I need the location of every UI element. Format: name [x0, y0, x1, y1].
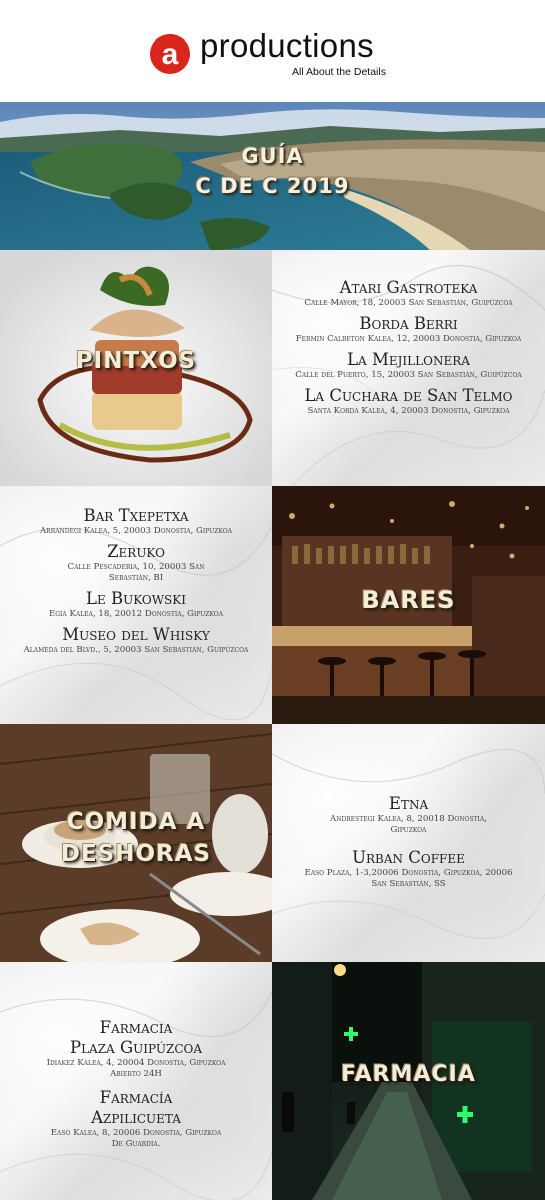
venue-name: La Cuchara de San Telmo: [304, 386, 513, 405]
list-item: La Mejillonera Calle del Puerto, 15, 200…: [272, 350, 545, 381]
brand-tagline: All About the Details: [292, 66, 386, 78]
comida-label: COMIDA A DESHORAS: [0, 806, 272, 870]
list-item: Zeruko Calle Pescaderia, 10, 20003 San S…: [0, 542, 272, 584]
venue-address: Easo Plaza, 1-3,20006 Donostia, Gipuzkoa…: [304, 868, 513, 889]
venue-address: Calle Mayor, 18, 20003 San Sebastián, Gu…: [304, 298, 513, 308]
venue-name-line2: Plaza Guipúzcoa: [69, 1038, 203, 1057]
list-item: La Cuchara de San Telmo Santa Korda Kale…: [272, 386, 545, 417]
venue-name: Le Bukowski: [86, 589, 186, 608]
list-item: Bar Txepetxa Arrandegi Kalea, 5, 20003 D…: [0, 506, 272, 537]
list-item: Borda Berri Fermin Calbeton Kalea, 12, 2…: [272, 314, 545, 345]
venue-name: Atari Gastroteka: [339, 278, 478, 297]
comida-list-panel: Etna Andrestegi Kalea, 8, 20018 Donostia…: [272, 724, 545, 962]
venue-address: Calle Pescaderia, 10, 20003 San Sebastiá…: [67, 562, 205, 583]
comida-label-line1: COMIDA A: [66, 809, 206, 835]
venue-address: Alameda del Blvd., 5, 20003 San Sebastiá…: [23, 645, 249, 655]
venue-name: Bar Txepetxa: [83, 506, 189, 525]
list-item: Farmacia Plaza Guipúzcoa Idiakez Kalea, …: [0, 1018, 272, 1080]
comida-photo: COMIDA A DESHORAS: [0, 724, 272, 962]
venue-name: Urban Coffee: [352, 848, 465, 867]
pintxos-list: Atari Gastroteka Calle Mayor, 18, 20003 …: [272, 278, 545, 422]
venue-address: Easo Kalea, 8, 20006 Donostia, Gipuzkoa: [50, 1128, 222, 1138]
list-item: Farmacía Azpilicueta Easo Kalea, 8, 2000…: [0, 1088, 272, 1150]
venue-address: Calle del Puerto, 15, 20003 San Sebastiá…: [295, 370, 522, 380]
venue-name: La Mejillonera: [347, 350, 470, 369]
hero-title-line2: C DE C 2019: [195, 174, 350, 198]
list-item: Urban Coffee Easo Plaza, 1-3,20006 Donos…: [272, 848, 545, 890]
venue-hours: De Guardia.: [111, 1139, 161, 1149]
farmacia-list: Farmacia Plaza Guipúzcoa Idiakez Kalea, …: [0, 1018, 272, 1155]
comida-label-line2: DESHORAS: [60, 841, 212, 867]
pintxos-list-panel: Atari Gastroteka Calle Mayor, 18, 20003 …: [272, 250, 545, 486]
venue-name: Borda Berri: [359, 314, 458, 333]
farmacia-photo: FARMACIA: [272, 962, 545, 1200]
hero-title-line1: GUÍA: [241, 144, 304, 168]
venue-name-line1: Farmacia: [99, 1018, 173, 1037]
farmacia-label: FARMACIA: [341, 1062, 476, 1087]
bares-photo: BARES: [272, 486, 545, 724]
bares-label: BARES: [361, 586, 456, 614]
venue-address: Egia Kalea, 18, 20012 Donostia, Gipuzkoa: [48, 609, 224, 619]
venue-name: Museo del Whisky: [62, 625, 210, 644]
venue-address: Santa Korda Kalea, 4, 20003 Donostia, Gi…: [307, 406, 510, 416]
venue-name: Zeruko: [107, 542, 165, 561]
venue-address: Fermin Calbeton Kalea, 12, 20003 Donosti…: [295, 334, 522, 344]
pintxos-photo: PINTXOS: [0, 250, 272, 486]
venue-hours: Abierto 24H: [110, 1069, 162, 1079]
list-item: Etna Andrestegi Kalea, 8, 20018 Donostia…: [272, 794, 545, 836]
hero-banner: GUÍA C DE C 2019: [0, 102, 545, 250]
venue-address: Idiakez Kalea, 4, 20004 Donostia, Gipuzk…: [46, 1058, 226, 1068]
farmacia-list-panel: Farmacia Plaza Guipúzcoa Idiakez Kalea, …: [0, 962, 272, 1200]
list-item: Le Bukowski Egia Kalea, 18, 20012 Donost…: [0, 589, 272, 620]
venue-name: Etna: [388, 794, 429, 813]
header: a productions All About the Details: [0, 0, 545, 102]
brand-logo-icon: a: [150, 34, 190, 74]
list-item: Museo del Whisky Alameda del Blvd., 5, 2…: [0, 625, 272, 656]
venue-address: Andrestegi Kalea, 8, 20018 Donostia, Gip…: [330, 814, 487, 835]
pintxos-label: PINTXOS: [75, 348, 197, 374]
bares-list: Bar Txepetxa Arrandegi Kalea, 5, 20003 D…: [0, 506, 272, 661]
comida-list: Etna Andrestegi Kalea, 8, 20018 Donostia…: [272, 794, 545, 895]
list-item: Atari Gastroteka Calle Mayor, 18, 20003 …: [272, 278, 545, 309]
venue-name-line2: Azpilicueta: [91, 1108, 181, 1127]
bares-list-panel: Bar Txepetxa Arrandegi Kalea, 5, 20003 D…: [0, 486, 272, 724]
venue-name-line1: Farmacía: [99, 1088, 173, 1107]
venue-address: Arrandegi Kalea, 5, 20003 Donostia, Gipu…: [39, 526, 233, 536]
svg-text:a: a: [162, 38, 179, 71]
brand-name: productions: [200, 27, 374, 64]
